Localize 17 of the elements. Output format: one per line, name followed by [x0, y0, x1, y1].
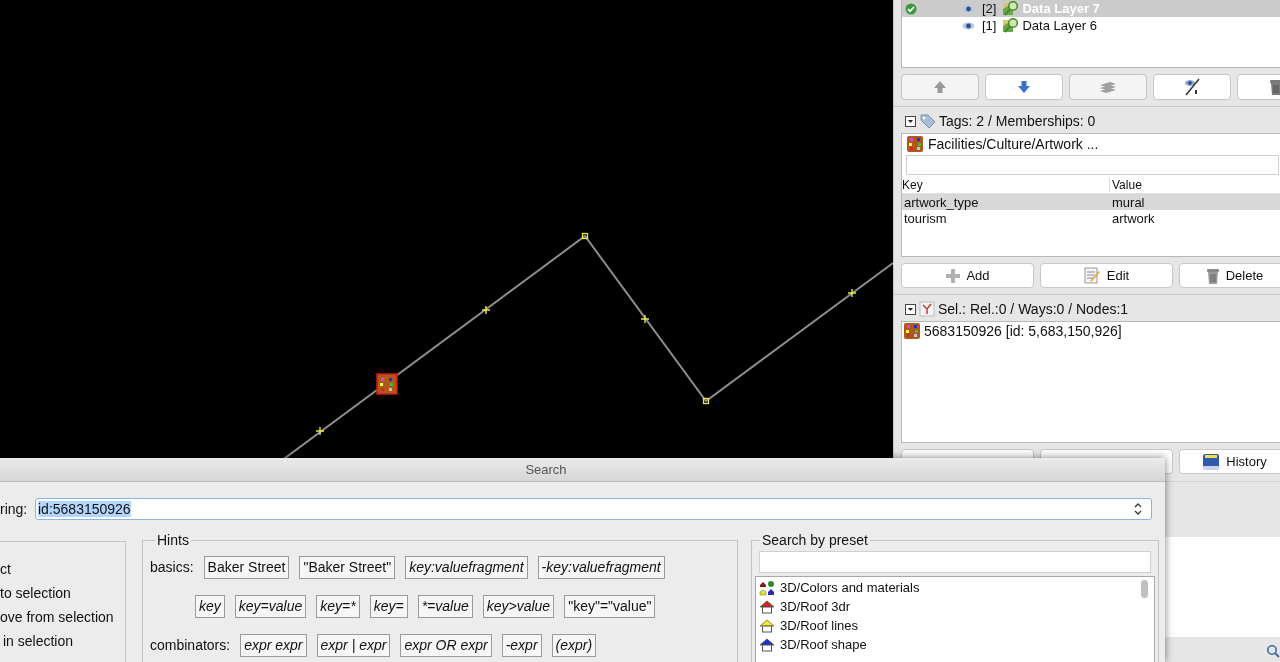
- layer-name: Data Layer 6: [1022, 18, 1097, 33]
- tag-value: artwork: [1111, 210, 1156, 226]
- hint-label: combinators:: [150, 637, 231, 653]
- column-header: Key: [902, 178, 924, 192]
- column-header: Value: [1109, 178, 1280, 192]
- tags-header: Tags: 2 / Memberships: 0: [939, 113, 1096, 129]
- hint-label: basics:: [150, 559, 194, 575]
- tag-key: artwork_type: [902, 194, 1109, 210]
- layer-index: [1]: [982, 18, 997, 33]
- dialog-title: Search: [525, 462, 567, 477]
- selection-header: Sel.: Rel.:0 / Ways:0 / Nodes:1: [938, 301, 1129, 317]
- tag-key: tourism: [902, 210, 1109, 226]
- tag-value: mural: [1111, 194, 1146, 210]
- preset-legend: Search by preset: [760, 532, 870, 548]
- layer-index: [2]: [982, 1, 997, 16]
- field-label: ring:: [0, 501, 29, 517]
- hints-legend: Hints: [155, 532, 191, 548]
